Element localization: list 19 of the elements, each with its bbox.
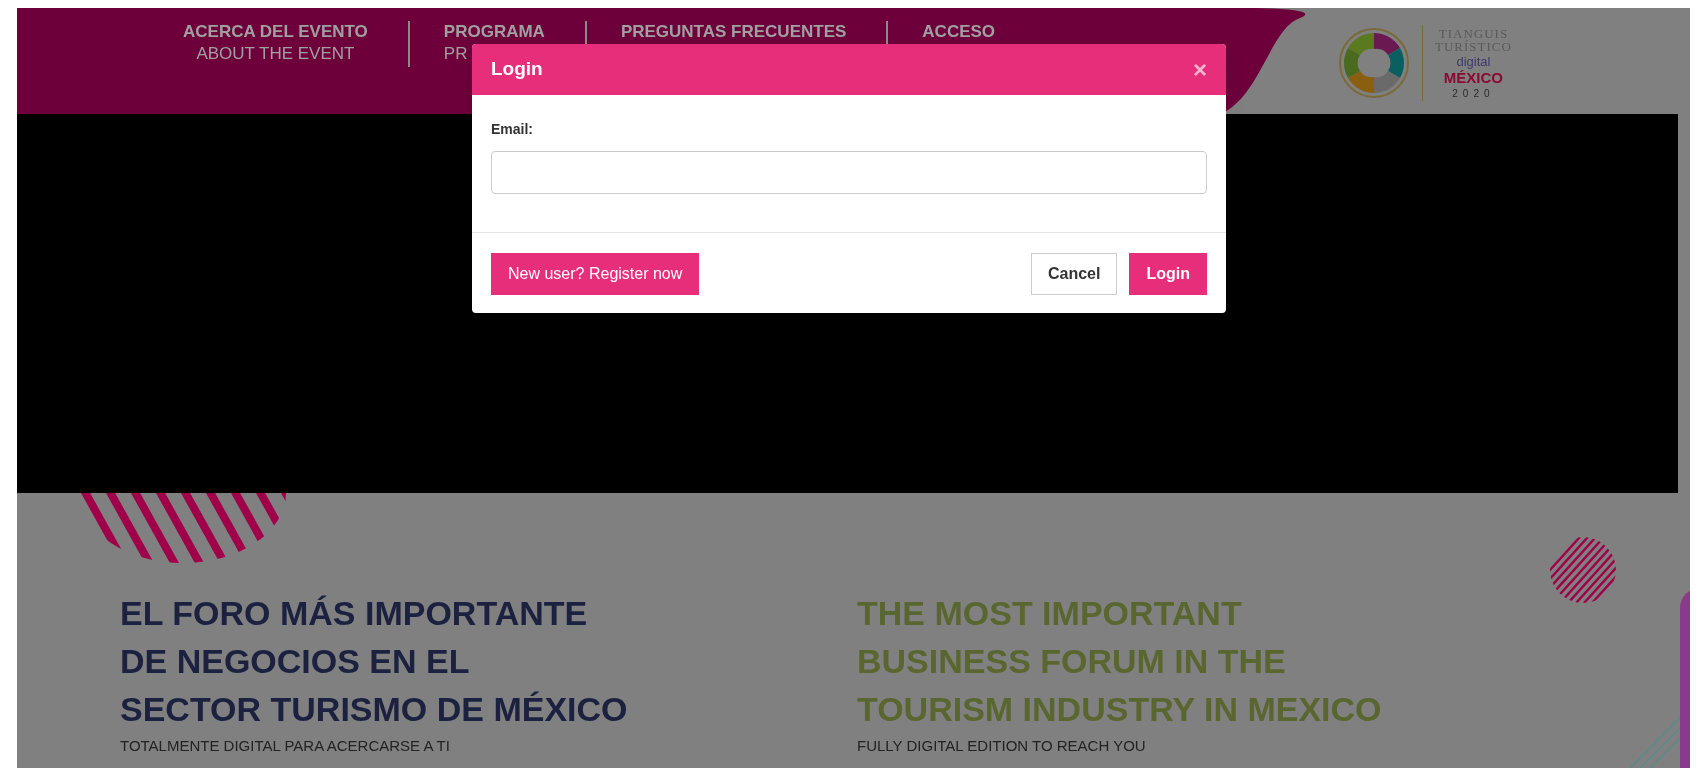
- logo-ring-icon: [1338, 27, 1410, 99]
- close-button[interactable]: ×: [1193, 57, 1207, 82]
- logo-text: 2020: [1452, 89, 1495, 99]
- heading: THE MOST IMPORTANT BUSINESS FORUM IN THE TOURISM INDUSTRY IN MEXICO: [857, 593, 1383, 730]
- cancel-button[interactable]: Cancel: [1031, 253, 1118, 295]
- subtitle: FULLY DIGITAL EDITION TO REACH YOU: [857, 736, 1147, 756]
- subtitle: TOTALMENTE DIGITAL PARA ACERCARSE A TI: [120, 736, 451, 756]
- logo-text: MÉXICO: [1443, 70, 1504, 85]
- nav-link[interactable]: PREGUNTAS FRECUENTES: [620, 21, 847, 43]
- register-button[interactable]: New user? Register now: [491, 253, 700, 295]
- logo-text: digital: [1456, 55, 1491, 68]
- dialog-title: Login: [491, 57, 543, 82]
- heading: EL FORO MÁS IMPORTANTE DE NEGOCIOS EN EL SECTOR TURISMO DE MÉXICO: [120, 593, 629, 730]
- striped-circle-drawing: [1550, 537, 1616, 603]
- nav-link[interactable]: ACCESO: [922, 21, 996, 43]
- email-label: Email:: [491, 120, 534, 139]
- nav-link[interactable]: ACERCA DEL EVENTO ABOUT THE EVENT: [183, 21, 368, 65]
- login-button[interactable]: Login: [1129, 253, 1207, 295]
- email-field[interactable]: [491, 151, 1207, 194]
